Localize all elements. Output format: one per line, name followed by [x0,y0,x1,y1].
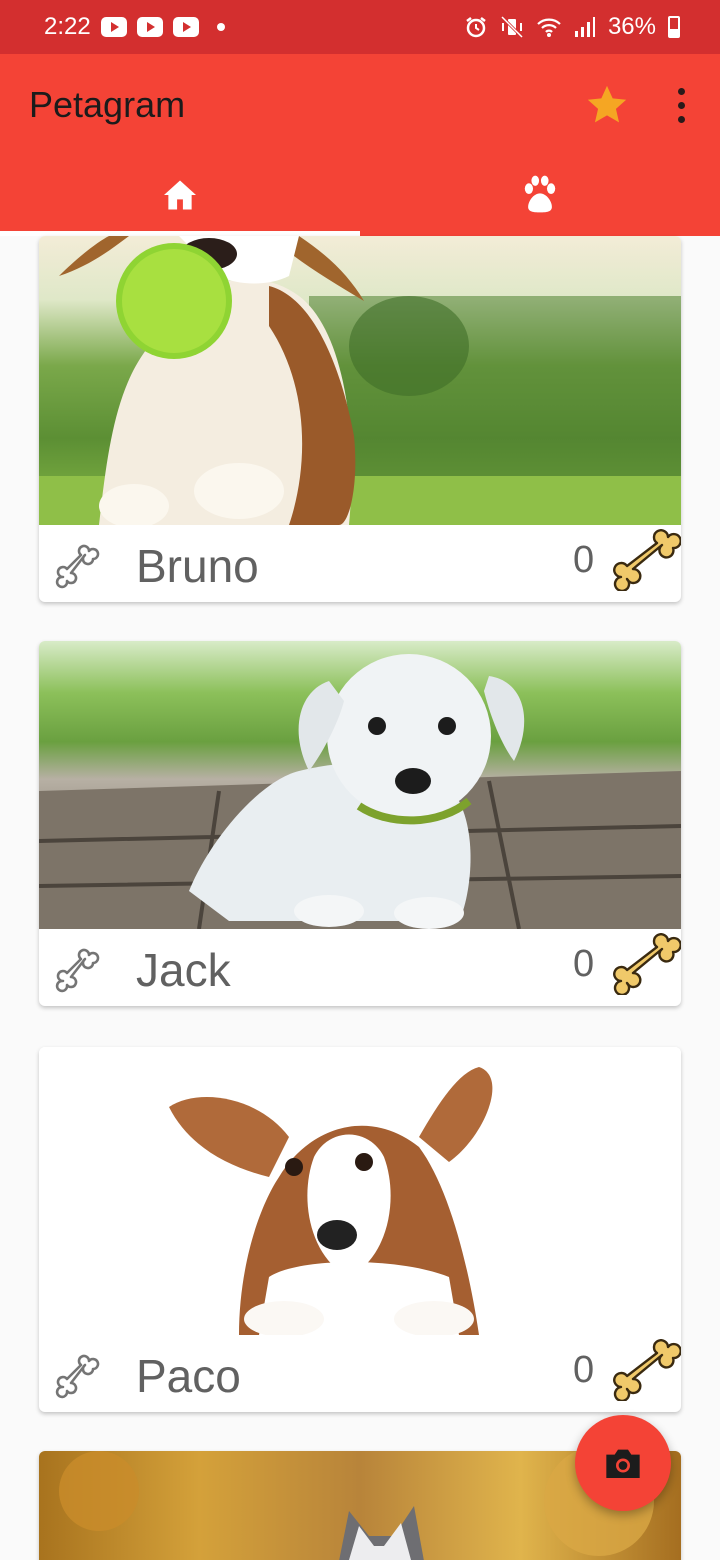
corgi-illustration [169,1067,493,1335]
star-icon [587,85,627,123]
vibrate-mute-icon [500,15,524,39]
bone-outline-icon[interactable] [55,947,101,993]
like-count: 0 [573,539,595,581]
bone-like-icon[interactable] [611,1339,681,1401]
pet-name: Jack [136,944,231,996]
youtube-icon [136,17,163,37]
pet-photo [39,1047,681,1335]
signal-icon [574,17,595,37]
tab-profile[interactable] [360,154,720,236]
youtube-icon [100,17,127,37]
more-options-button[interactable] [664,82,698,128]
screen: 2:22 36% Petagram Bruno 0 Jack 0 Paco 0 [0,0,720,1560]
puppy-illustration [39,654,681,929]
alarm-icon [466,17,486,38]
bone-outline-icon[interactable] [55,543,101,589]
tab-bar [0,154,720,236]
status-right: 36% [464,13,680,41]
camera-fab-button[interactable] [575,1415,671,1511]
card-footer: Bruno 0 [39,525,681,602]
pet-photo [39,641,681,929]
beagle-illustration [39,236,681,525]
pet-card-jack[interactable]: Jack 0 [39,641,681,1006]
card-footer: Jack 0 [39,929,681,1006]
battery-percent: 36% [607,13,656,40]
battery-icon [668,16,680,38]
notification-dot-icon [216,23,225,31]
pet-name: Paco [136,1350,241,1402]
app-bar: Petagram [0,54,720,236]
paw-icon [524,175,556,213]
home-icon [164,180,196,210]
pet-name: Bruno [136,540,259,592]
status-left: 2:22 [44,13,225,41]
wifi-icon [537,18,561,37]
youtube-icon [172,17,199,37]
card-footer: Paco 0 [39,1335,681,1412]
status-bar: 2:22 36% [0,0,720,54]
pet-card-paco[interactable]: Paco 0 [39,1047,681,1412]
camera-icon [606,1449,640,1478]
status-time: 2:22 [44,13,91,40]
like-count: 0 [573,1349,595,1391]
app-title: Petagram [29,84,186,125]
more-vert-icon [677,87,685,95]
bone-like-icon[interactable] [611,529,681,591]
pet-photo [39,236,681,525]
pet-card-bruno[interactable]: Bruno 0 [39,236,681,602]
bone-outline-icon[interactable] [55,1353,101,1399]
like-count: 0 [573,943,595,985]
bone-like-icon[interactable] [611,933,681,995]
favorites-button[interactable] [582,80,632,130]
tab-home[interactable] [0,154,360,236]
